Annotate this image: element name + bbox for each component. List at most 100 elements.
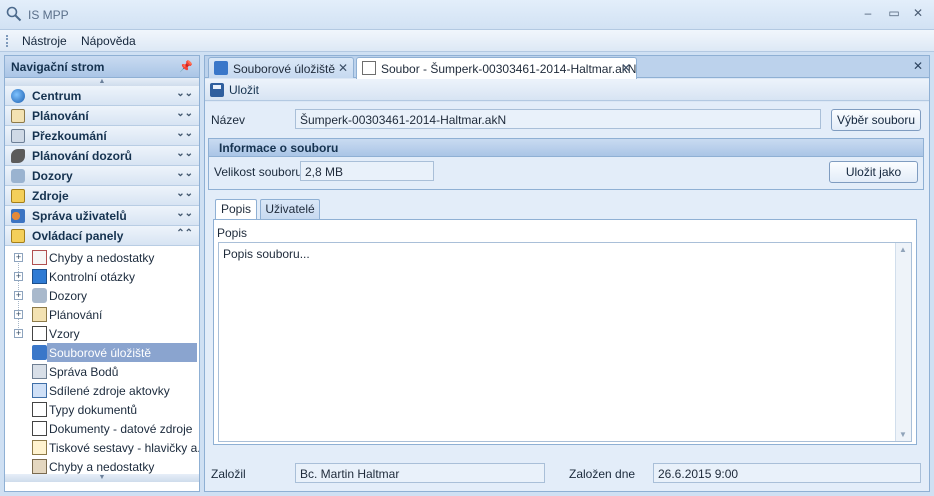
calendar-icon — [11, 109, 25, 123]
tree-item-dozory[interactable]: + Dozory — [5, 286, 199, 305]
expand-icon[interactable]: + — [14, 253, 23, 262]
name-field[interactable]: Šumperk-00303461-2014-Haltmar.akN — [295, 109, 821, 129]
navigation-panel: Navigační strom 📌 ▲ Centrum ⌄⌄ Plánování… — [4, 55, 200, 492]
magnifier-icon — [6, 6, 22, 22]
document-tabs: Souborové úložiště ✕ Soubor - Šumperk-00… — [205, 56, 929, 79]
chevron-down-icon: ⌄⌄ — [176, 108, 193, 119]
file-form: Název Šumperk-00303461-2014-Haltmar.akN … — [205, 102, 929, 491]
description-textarea[interactable]: Popis souboru... ▲ ▼ — [218, 242, 912, 442]
tree-item-vzory[interactable]: + Vzory — [5, 324, 199, 343]
nav-tree: + Chyby a nedostatky + Kontrolní otázky … — [5, 246, 199, 474]
file-storage-icon — [32, 345, 47, 360]
close-icon[interactable]: ✕ — [338, 61, 348, 75]
tab-uzivatele[interactable]: Uživatelé — [260, 199, 320, 220]
maximize-button[interactable]: ▭ — [884, 4, 904, 22]
report-icon — [32, 440, 47, 455]
tree-item-souborove-uloziste[interactable]: Souborové úložiště — [5, 343, 199, 362]
nav-header: Navigační strom 📌 — [5, 56, 199, 78]
select-file-button[interactable]: Výběr souboru — [831, 109, 921, 131]
nav-group-ovladaci-panely[interactable]: Ovládací panely ⌃⌃ — [5, 226, 199, 246]
calendar-icon — [32, 307, 47, 322]
nav-group-zdroje[interactable]: Zdroje ⌄⌄ — [5, 186, 199, 206]
minimize-button[interactable]: – — [858, 4, 878, 22]
handshake-icon — [11, 149, 25, 163]
close-icon[interactable]: ✕ — [621, 61, 631, 75]
menu-tools[interactable]: Nástroje — [22, 34, 67, 48]
created-by-field: Bc. Martin Haltmar — [295, 463, 545, 483]
chevron-down-icon: ⌄⌄ — [176, 208, 193, 219]
chevron-down-icon: ⌄⌄ — [176, 168, 193, 179]
document-icon — [32, 402, 47, 417]
document-area: Souborové úložiště ✕ Soubor - Šumperk-00… — [204, 55, 930, 492]
size-field: 2,8 MB — [300, 161, 434, 181]
tree-item-tiskove-sestavy[interactable]: Tiskové sestavy - hlavičky a... — [5, 438, 199, 457]
magnifier-document-icon — [32, 459, 47, 474]
supervision-icon — [32, 288, 47, 303]
review-icon — [11, 129, 25, 143]
folder-icon — [11, 189, 25, 203]
tree-item-dokumenty-datove-zdroje[interactable]: Dokumenty - datové zdroje — [5, 419, 199, 438]
close-all-icon[interactable]: ✕ — [913, 59, 923, 73]
detail-tabs: Popis Uživatelé — [213, 199, 917, 221]
chevron-down-icon: ⌄⌄ — [176, 148, 193, 159]
file-info-header: Informace o souboru — [209, 139, 923, 157]
file-storage-icon — [214, 61, 228, 75]
supervision-icon — [11, 169, 25, 183]
tab-souborove-uloziste[interactable]: Souborové úložiště ✕ — [208, 57, 354, 78]
tree-item-kontrolni-otazky[interactable]: + Kontrolní otázky — [5, 267, 199, 286]
shared-resource-icon — [32, 383, 47, 398]
users-icon — [11, 209, 25, 223]
chevron-down-icon: ⌄⌄ — [176, 88, 193, 99]
close-window-button[interactable]: ✕ — [908, 4, 928, 22]
description-panel: Popis Popis souboru... ▲ ▼ — [213, 219, 917, 445]
save-as-button[interactable]: Uložit jako — [829, 161, 918, 183]
expand-icon[interactable]: + — [14, 291, 23, 300]
nav-group-dozory[interactable]: Dozory ⌄⌄ — [5, 166, 199, 186]
tree-item-chyby-a-nedostatky-2[interactable]: Chyby a nedostatky — [5, 457, 199, 476]
file-info-group: Informace o souboru Velikost souboru 2,8… — [208, 138, 924, 190]
error-document-icon — [32, 250, 47, 265]
nav-group-planovani[interactable]: Plánování ⌄⌄ — [5, 106, 199, 126]
tree-item-sprava-bodu[interactable]: Správa Bodů — [5, 362, 199, 381]
chevron-down-icon: ⌄⌄ — [176, 128, 193, 139]
description-label: Popis — [217, 226, 248, 240]
name-label: Název — [211, 113, 246, 127]
created-by-label: Založil — [211, 467, 246, 481]
nav-header-title: Navigační strom — [11, 60, 105, 74]
nav-group-centrum[interactable]: Centrum ⌄⌄ — [5, 86, 199, 106]
chevron-up-icon: ⌃⌃ — [176, 228, 193, 239]
menu-bar: Nástroje Nápověda — [0, 30, 934, 52]
nav-group-prezkoumani[interactable]: Přezkoumání ⌄⌄ — [5, 126, 199, 146]
description-text: Popis souboru... — [223, 247, 310, 261]
size-label: Velikost souboru — [214, 165, 303, 179]
file-icon — [362, 61, 376, 75]
tree-item-typy-dokumentu[interactable]: Typy dokumentů — [5, 400, 199, 419]
chevron-down-icon: ⌄⌄ — [176, 188, 193, 199]
document-icon — [32, 421, 47, 436]
tree-item-chyby-a-nedostatky[interactable]: + Chyby a nedostatky — [5, 248, 199, 267]
expand-icon[interactable]: + — [14, 329, 23, 338]
title-bar: IS MPP – ▭ ✕ — [0, 0, 934, 30]
globe-icon — [11, 89, 25, 103]
save-icon — [210, 83, 224, 97]
expand-icon[interactable]: + — [14, 272, 23, 281]
description-scrollbar[interactable]: ▲ ▼ — [895, 243, 911, 441]
menu-help[interactable]: Nápověda — [81, 34, 136, 48]
nav-group-planovani-dozoru[interactable]: Plánování dozorů ⌄⌄ — [5, 146, 199, 166]
nav-group-sprava-uzivatelu[interactable]: Správa uživatelů ⌄⌄ — [5, 206, 199, 226]
pin-icon[interactable]: 📌 — [179, 60, 193, 73]
document-icon — [32, 326, 47, 341]
points-icon — [32, 364, 47, 379]
tab-popis[interactable]: Popis — [215, 199, 257, 221]
document-toolbar: Uložit — [205, 79, 929, 101]
scroll-up-icon[interactable]: ▲ — [899, 245, 907, 254]
question-icon — [32, 269, 47, 284]
folder-icon — [11, 229, 25, 243]
tab-soubor-detail[interactable]: Soubor - Šumperk-00303461-2014-Haltmar.a… — [356, 57, 637, 79]
expand-icon[interactable]: + — [14, 310, 23, 319]
nav-scroll-up[interactable]: ▲ — [5, 78, 199, 86]
created-on-label: Založen dne — [569, 467, 636, 481]
tree-item-planovani[interactable]: + Plánování — [5, 305, 199, 324]
tree-item-sdilene-zdroje-aktovky[interactable]: Sdílené zdroje aktovky — [5, 381, 199, 400]
scroll-down-icon[interactable]: ▼ — [899, 430, 907, 439]
